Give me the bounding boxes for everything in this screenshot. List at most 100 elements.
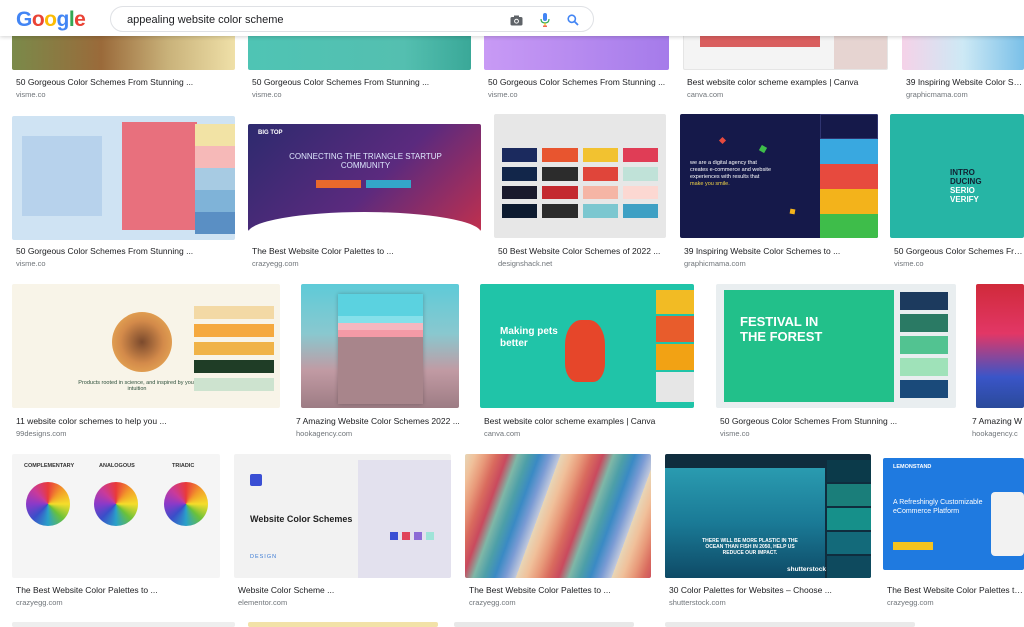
result-source[interactable]: visme.co [16, 259, 46, 268]
result-title[interactable]: 50 Best Website Color Schemes of 2022 ..… [498, 246, 668, 256]
lemonstand-headline: A Refreshingly Customizable eCommerce Pl… [893, 499, 983, 515]
agency-line: creates e-commerce and website [690, 167, 772, 173]
introducing-text: DUCING [950, 177, 982, 186]
result-thumbnail[interactable]: COMPLEMENTARY ANALOGOUS TRIADIC [12, 454, 220, 578]
result-title[interactable]: Best website color scheme examples | Can… [687, 77, 887, 87]
agency-line: make you smile. [690, 181, 730, 187]
result-title[interactable]: The Best Website Color Palettes to ... [16, 585, 220, 595]
result-title[interactable]: 50 Gorgeous Color Schemes From Stunning … [16, 246, 231, 256]
result-title[interactable]: 39 Inspiring Website Color Sche [906, 77, 1024, 87]
result-source[interactable]: visme.co [252, 90, 282, 99]
result-thumbnail[interactable] [902, 30, 1024, 70]
result-title[interactable]: The Best Website Color Palettes to ... [887, 585, 1024, 595]
image-results-grid: 50 Gorgeous Color Schemes From Stunning … [0, 0, 1024, 627]
bigtop-button-2 [366, 180, 411, 188]
result-thumbnail[interactable] [976, 284, 1024, 408]
logo-letter: G [16, 8, 32, 31]
microphone-icon[interactable] [536, 11, 554, 29]
result-thumbnail[interactable] [465, 454, 651, 578]
result-title[interactable]: 50 Gorgeous Color Schemes From Stunning … [252, 77, 467, 87]
google-logo[interactable]: Google [16, 8, 86, 32]
introducing-text: SERIO [950, 186, 975, 195]
search-icon[interactable] [564, 11, 582, 29]
result-thumbnail[interactable] [494, 114, 666, 238]
result-source[interactable]: elementor.com [238, 598, 287, 607]
result-source[interactable]: crazyegg.com [252, 259, 299, 268]
result-thumbnail[interactable]: Making pets better [480, 284, 694, 408]
result-title[interactable]: 39 Inspiring Website Color Schemes to ..… [684, 246, 879, 256]
analogous-label: ANALOGOUS [99, 463, 135, 469]
result-source[interactable]: visme.co [488, 90, 518, 99]
result-title[interactable]: The Best Website Color Palettes to ... [469, 585, 649, 595]
camera-icon[interactable] [507, 11, 525, 29]
result-thumbnail[interactable]: we are a digital agency that creates e-c… [680, 114, 878, 238]
result-title[interactable]: 7 Amazing W [972, 416, 1024, 426]
result-source[interactable]: 99designs.com [16, 429, 66, 438]
result-thumbnail[interactable] [301, 284, 459, 408]
result-title[interactable]: 11 website color schemes to help you ... [16, 416, 276, 426]
result-thumbnail[interactable]: THERE WILL BE MORE PLASTIC IN THE OCEAN … [665, 454, 871, 578]
result-source[interactable]: graphicmama.com [906, 90, 968, 99]
result-title[interactable]: 50 Gorgeous Color Schemes From Stunning … [488, 77, 673, 87]
making-pets-text: Making pets better [500, 326, 558, 349]
logo-letter: o [31, 8, 45, 31]
result-thumbnail[interactable] [12, 30, 235, 70]
introducing-text: INTRO [950, 168, 975, 177]
plastic-text: THERE WILL BE MORE PLASTIC IN THE OCEAN … [702, 538, 798, 556]
bigtop-button-1 [316, 180, 361, 188]
search-box[interactable] [110, 6, 594, 32]
result-title[interactable]: Website Color Scheme ... [238, 585, 448, 595]
elementor-design: DESIGN [250, 554, 278, 560]
result-title[interactable]: 50 Gorgeous Color Schemes From Stunning … [16, 77, 231, 87]
result-thumbnail[interactable]: INTRO DUCING SERIO VERIFY [890, 114, 1024, 238]
bigtop-headline: CONNECTING THE TRIANGLE STARTUP COMMUNIT… [289, 152, 442, 170]
agency-line: we are a digital agency that [690, 160, 757, 166]
agency-line: experiences with results that [690, 174, 760, 180]
result-thumbnail[interactable] [484, 30, 669, 70]
result-thumbnail[interactable] [248, 622, 438, 627]
result-thumbnail[interactable] [683, 30, 888, 70]
result-thumbnail[interactable] [454, 622, 634, 627]
shutterstock-watermark: shutterstock [787, 566, 827, 573]
logo-letter: g [56, 8, 70, 31]
result-source[interactable]: designshack.net [498, 259, 552, 268]
result-title[interactable]: 30 Color Palettes for Websites – Choose … [669, 585, 869, 595]
search-input[interactable] [127, 11, 487, 28]
result-source[interactable]: visme.co [720, 429, 750, 438]
result-thumbnail[interactable] [665, 622, 915, 627]
result-thumbnail[interactable]: LEMONSTAND A Refreshingly Customizable e… [883, 458, 1024, 570]
result-title[interactable]: 50 Gorgeous Color Schemes From [894, 246, 1024, 256]
products-text: Products rooted in science, and inspired… [78, 380, 196, 392]
result-source[interactable]: canva.com [687, 90, 723, 99]
result-source[interactable]: canva.com [484, 429, 520, 438]
result-thumbnail[interactable]: BIG TOP CONNECTING THE TRIANGLE STARTUP … [248, 124, 481, 231]
logo-letter: e [74, 8, 86, 31]
result-source[interactable]: visme.co [894, 259, 924, 268]
search-header: Google [0, 0, 1024, 36]
result-source[interactable]: hookagency.c [972, 429, 1018, 438]
result-title[interactable]: Best website color scheme examples | Can… [484, 416, 694, 426]
triadic-label: TRIADIC [172, 463, 195, 469]
lemonstand-logo: LEMONSTAND [893, 464, 932, 470]
result-source[interactable]: crazyegg.com [469, 598, 516, 607]
result-thumbnail[interactable]: Products rooted in science, and inspired… [12, 284, 280, 408]
result-thumbnail[interactable] [248, 30, 471, 70]
result-thumbnail[interactable] [12, 622, 235, 627]
result-source[interactable]: shutterstock.com [669, 598, 726, 607]
result-thumbnail[interactable]: FESTIVAL IN THE FOREST [716, 284, 956, 408]
complementary-label: COMPLEMENTARY [24, 463, 75, 469]
result-source[interactable]: crazyegg.com [887, 598, 934, 607]
result-title[interactable]: The Best Website Color Palettes to ... [252, 246, 477, 256]
result-source[interactable]: crazyegg.com [16, 598, 63, 607]
result-title[interactable]: 7 Amazing Website Color Schemes 2022 ... [296, 416, 466, 426]
result-source[interactable]: hookagency.com [296, 429, 352, 438]
result-thumbnail[interactable]: Website Color Schemes DESIGN [234, 454, 451, 578]
festival-text: FESTIVAL IN THE FOREST [740, 314, 823, 344]
elementor-title: Website Color Schemes [250, 514, 353, 524]
result-source[interactable]: visme.co [16, 90, 46, 99]
logo-letter: o [44, 8, 57, 31]
result-thumbnail[interactable] [12, 116, 235, 240]
result-source[interactable]: graphicmama.com [684, 259, 746, 268]
introducing-text: VERIFY [950, 195, 979, 204]
result-title[interactable]: 50 Gorgeous Color Schemes From Stunning … [720, 416, 956, 426]
